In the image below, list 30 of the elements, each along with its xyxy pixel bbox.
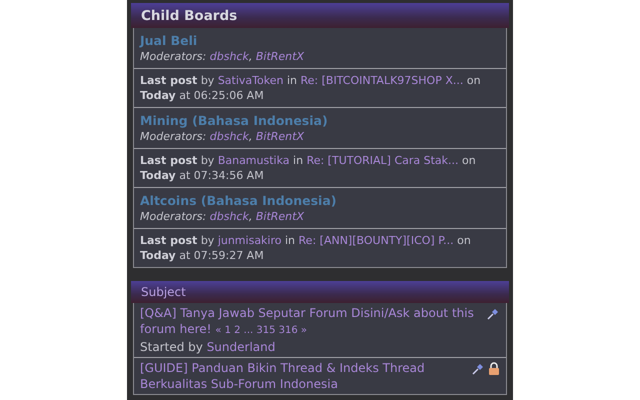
separator: , — [248, 210, 252, 223]
moderator-link[interactable]: dbshck — [210, 210, 249, 223]
topic-link[interactable]: [Q&A] Tanya Jawab Seputar Forum Disini/Ask about this forum here! « 1 2 ... 315 316 » — [140, 305, 482, 339]
topic-link[interactable]: Re: [ANN][BOUNTY][ICO] P... — [298, 234, 454, 247]
moderator-link[interactable]: BitRentX — [256, 130, 304, 143]
board-link[interactable]: Jual Beli — [140, 32, 500, 49]
user-link[interactable]: junmisakiro — [218, 234, 282, 247]
column-header: Subject — [131, 281, 509, 303]
board-link[interactable]: Altcoins (Bahasa Indonesia) — [140, 192, 500, 209]
moderators-label: Moderators: — [140, 130, 206, 143]
topic-link[interactable]: Re: [TUTORIAL] Cara Stak... — [306, 154, 459, 167]
user-link[interactable]: SativaToken — [218, 74, 284, 87]
separator: , — [248, 50, 252, 63]
last-post-text: Last post by SativaToken in Re: [BITCOINTALK97SHOP X... on Today at 06:25:06 AM — [140, 73, 482, 103]
moderator-link[interactable]: dbshck — [210, 130, 249, 143]
started-label: Started by — [140, 340, 203, 354]
moderators-label: Moderators: — [140, 210, 206, 223]
section-header: Child Boards — [131, 3, 509, 28]
last-post-text: Last post by Banamustika in Re: [TUTORIAL] Cara Stak... on Today at 07:34:56 AM — [140, 153, 477, 183]
last-post-text: Last post by junmisakiro in Re: [ANN][BOUNTY][ICO] P... on Today at 07:59:27 AM — [140, 233, 472, 263]
starter-link[interactable]: Sunderland — [206, 340, 276, 354]
moderator-link[interactable]: BitRentX — [256, 50, 304, 63]
moderators-label: Moderators: — [140, 50, 206, 63]
board-link[interactable]: Mining (Bahasa Indonesia) — [140, 112, 500, 129]
separator: , — [248, 130, 252, 143]
moderator-link[interactable]: BitRentX — [256, 210, 304, 223]
topic-link[interactable]: [GUIDE] Panduan Bikin Thread & Indeks Thread Berkualitas Sub-Forum Indonesia — [140, 360, 467, 392]
moderator-link[interactable]: dbshck — [210, 50, 249, 63]
user-link[interactable]: Banamustika — [218, 154, 290, 167]
topic-link[interactable]: Re: [BITCOINTALK97SHOP X... — [300, 74, 464, 87]
